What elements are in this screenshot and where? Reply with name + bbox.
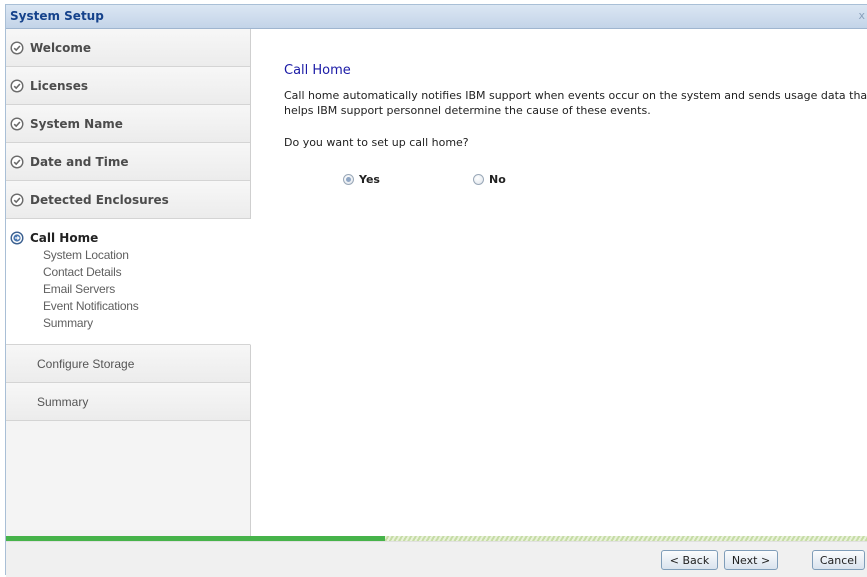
check-circle-icon (10, 78, 24, 93)
substep-email-servers: Email Servers (43, 282, 116, 296)
step-date-and-time[interactable]: Date and Time (6, 143, 250, 181)
yes-radio-button[interactable] (343, 174, 354, 185)
substep-contact-details: Contact Details (43, 265, 122, 279)
wizard-sidebar: Welcome Licenses System Name Date and Ti… (6, 29, 251, 536)
no-radio[interactable]: No (473, 173, 506, 186)
next-button[interactable]: Next > (724, 550, 778, 570)
substep-list: System Location Contact Details Email Se… (43, 247, 250, 332)
yes-radio-label: Yes (359, 173, 380, 186)
check-circle-icon (10, 116, 24, 131)
step-label: Date and Time (30, 154, 129, 169)
step-label: System Name (30, 116, 123, 131)
yes-radio[interactable]: Yes (343, 173, 380, 186)
step-configure-storage[interactable]: Configure Storage (6, 345, 250, 383)
no-radio-label: No (489, 173, 506, 186)
close-icon[interactable]: x (858, 9, 865, 22)
wizard-footer: < Back Next > Cancel (6, 541, 867, 577)
back-button[interactable]: < Back (661, 550, 718, 570)
step-label: Licenses (30, 78, 88, 93)
arrow-right-circle-icon (10, 231, 24, 245)
step-label: Welcome (30, 40, 92, 55)
step-welcome[interactable]: Welcome (6, 29, 250, 67)
window-title: System Setup (10, 9, 104, 23)
check-circle-icon (10, 154, 24, 169)
step-label: Summary (37, 394, 89, 409)
step-label: Configure Storage (37, 356, 135, 371)
system-setup-window: System Setup x Welcome Licenses System N… (5, 4, 867, 577)
step-label: Detected Enclosures (30, 192, 169, 207)
substep-system-location: System Location (43, 248, 129, 262)
title-bar: System Setup x (6, 5, 867, 29)
substep-event-notifications: Event Notifications (43, 299, 139, 313)
step-system-name[interactable]: System Name (6, 105, 250, 143)
no-radio-button[interactable] (473, 174, 484, 185)
check-circle-icon (10, 192, 24, 207)
step-detected-enclosures[interactable]: Detected Enclosures (6, 181, 250, 219)
call-home-description: Call home automatically notifies IBM sup… (284, 89, 867, 117)
active-step-label: Call Home (30, 231, 99, 245)
main-panel: Call Home Call home automatically notifi… (251, 29, 867, 536)
substep-summary: Summary (43, 316, 93, 330)
step-call-home-active[interactable]: Call Home System Location Contact Detail… (6, 219, 251, 345)
page-title: Call Home (284, 63, 351, 78)
setup-question: Do you want to set up call home? (284, 136, 469, 149)
step-summary[interactable]: Summary (6, 383, 250, 421)
cancel-button[interactable]: Cancel (812, 550, 865, 570)
step-licenses[interactable]: Licenses (6, 67, 250, 105)
check-circle-icon (10, 40, 24, 55)
